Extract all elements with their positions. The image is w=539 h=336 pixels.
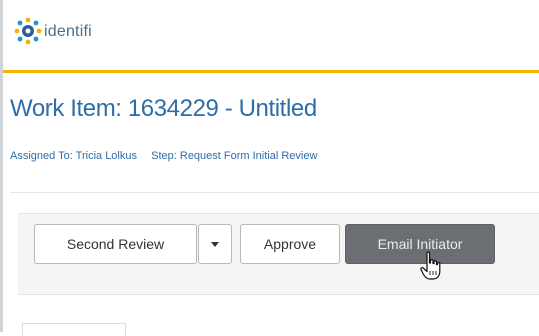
brand-name: identifi [44,23,92,40]
work-item-meta: Assigned To: Tricia Lolkus Step: Request… [10,150,317,162]
hand-pointer-icon [420,251,441,280]
step-label: Step: [151,150,177,162]
second-review-dropdown-button[interactable] [198,224,232,264]
content-tab[interactable] [22,323,126,336]
top-bar: identifi [3,0,539,70]
page-title: Work Item: 1634229 - Untitled [10,95,317,122]
header-accent-line [3,70,539,73]
assigned-to-label: Assigned To: [10,150,73,162]
identifi-logo-icon [14,17,42,45]
approve-button[interactable]: Approve [240,224,340,264]
step-value: Request Form Initial Review [179,150,318,162]
second-review-button[interactable]: Second Review [34,224,197,264]
caret-down-icon [211,241,219,247]
assigned-to-value: Tricia Lolkus [75,150,137,162]
divider [10,192,539,193]
